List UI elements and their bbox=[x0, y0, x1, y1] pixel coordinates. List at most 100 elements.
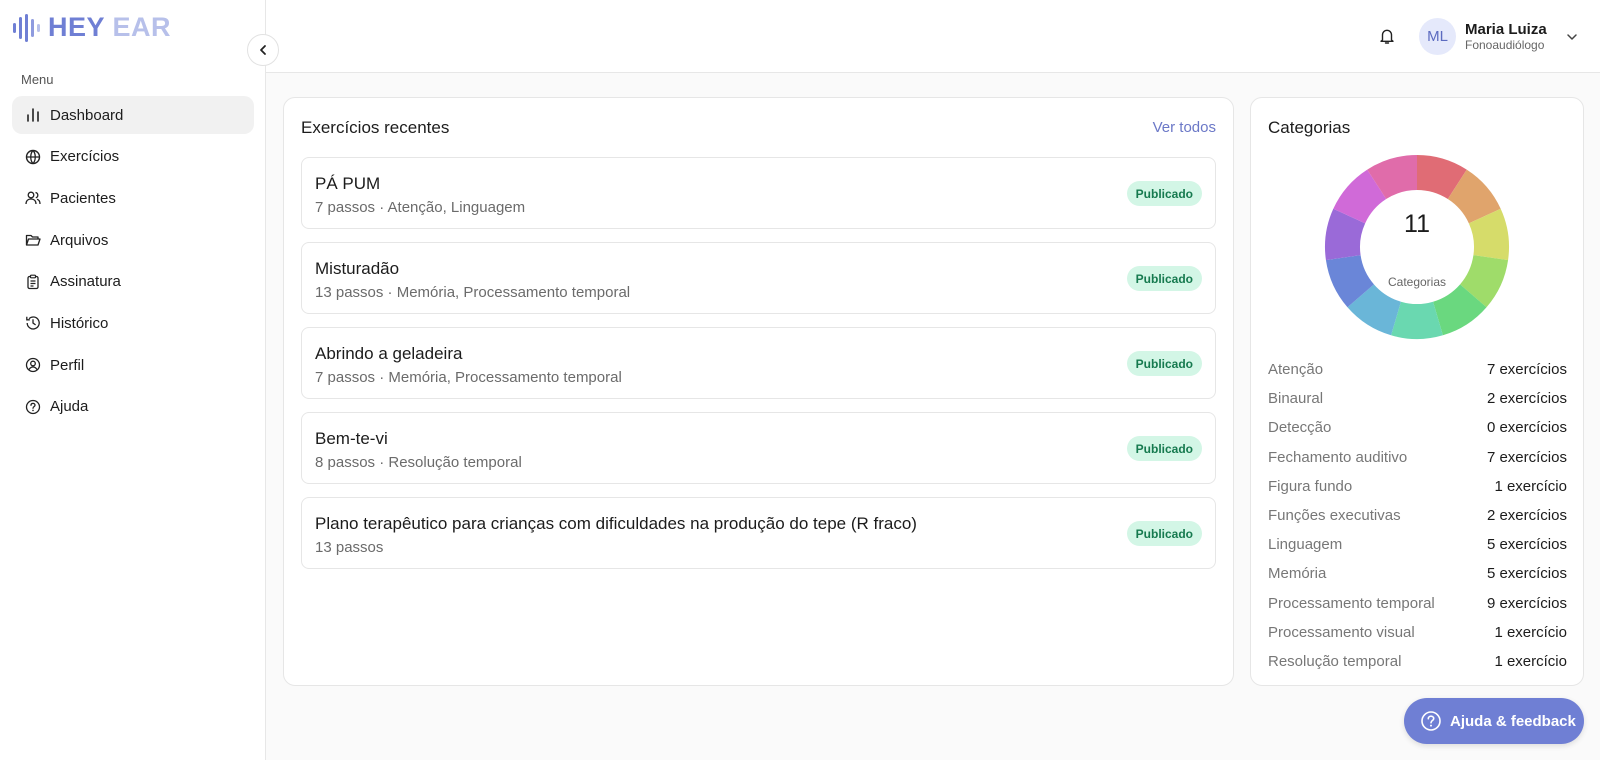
category-name: Funções executivas bbox=[1268, 507, 1401, 525]
exercise-item[interactable]: Bem-te-vi 8 passos · Resolução temporal … bbox=[301, 412, 1216, 484]
sidebar-item-label: Histórico bbox=[50, 314, 109, 332]
category-row: Processamento visual 1 exercício bbox=[1268, 618, 1567, 647]
category-count: 2 exercícios bbox=[1486, 390, 1567, 408]
category-count: 1 exercício bbox=[1494, 652, 1567, 670]
category-row: Fechamento auditivo 7 exercícios bbox=[1268, 443, 1567, 472]
sidebar-item-pacientes[interactable]: Pacientes bbox=[12, 179, 254, 217]
logo-hey: HEY bbox=[48, 12, 105, 42]
category-row: Processamento temporal 9 exercícios bbox=[1268, 589, 1567, 618]
exercise-item[interactable]: PÁ PUM 7 passos · Atenção, Linguagem Pub… bbox=[301, 157, 1216, 229]
category-row: Memória 5 exercícios bbox=[1268, 559, 1567, 588]
categories-title: Categorias bbox=[1268, 118, 1351, 137]
heyear-logo[interactable]: HEY EAR bbox=[12, 12, 171, 43]
user-circle-icon bbox=[25, 357, 41, 373]
category-name: Memória bbox=[1268, 565, 1327, 583]
sidebar-item-assinatura[interactable]: Assinatura bbox=[12, 263, 254, 301]
sidebar-item-label: Perfil bbox=[50, 356, 85, 374]
recent-exercises-card: Exercícios recentes Ver todos PÁ PUM 7 p… bbox=[283, 97, 1234, 686]
exercise-item[interactable]: Abrindo a geladeira 7 passos · Memória, … bbox=[301, 327, 1216, 399]
bell-icon bbox=[1380, 29, 1394, 44]
sound-wave-icon bbox=[13, 13, 40, 42]
exercise-item[interactable]: Misturadão 13 passos · Memória, Processa… bbox=[301, 242, 1216, 314]
sidebar-item-label: Ajuda bbox=[50, 398, 89, 416]
status-badge: Publicado bbox=[1126, 181, 1202, 206]
category-count: 5 exercícios bbox=[1486, 565, 1567, 583]
exercise-title: PÁ PUM bbox=[315, 174, 381, 193]
globe-icon bbox=[25, 149, 41, 165]
exercise-title: Plano terapêutico para crianças com difi… bbox=[315, 514, 917, 533]
category-name: Detecção bbox=[1268, 419, 1332, 437]
user-role: Fonoaudiólogo bbox=[1465, 37, 1545, 52]
logo-ear: EAR bbox=[112, 12, 172, 42]
collapse-sidebar-button[interactable] bbox=[247, 34, 279, 66]
category-count: 0 exercícios bbox=[1486, 419, 1567, 437]
help-feedback-label: Ajuda & feedback bbox=[1450, 712, 1576, 730]
sidebar-item-arquivos[interactable]: Arquivos bbox=[12, 221, 254, 259]
exercise-subtitle: 13 passos · Memória, Processamento tempo… bbox=[315, 284, 631, 301]
user-name: Maria Luiza bbox=[1465, 20, 1547, 38]
category-count: 7 exercícios bbox=[1486, 361, 1567, 379]
category-row: Funções executivas 2 exercícios bbox=[1268, 501, 1567, 530]
category-name: Processamento visual bbox=[1268, 623, 1415, 641]
recent-exercises-title: Exercícios recentes bbox=[301, 118, 450, 137]
category-row: Binaural 2 exercícios bbox=[1268, 384, 1567, 413]
category-count: 1 exercício bbox=[1494, 623, 1567, 641]
user-menu[interactable]: ML Maria Luiza Fonoaudiólogo bbox=[1419, 18, 1578, 55]
clipboard-icon bbox=[25, 274, 41, 290]
help-circle-icon bbox=[1421, 711, 1441, 731]
sidebar-item-historico[interactable]: Histórico bbox=[12, 304, 254, 342]
exercise-title: Abrindo a geladeira bbox=[315, 344, 463, 363]
category-row: Linguagem 5 exercícios bbox=[1268, 530, 1567, 559]
bar-chart-icon bbox=[25, 107, 41, 123]
category-name: Figura fundo bbox=[1268, 477, 1353, 495]
category-list: Atenção 7 exercícios Binaural 2 exercícios… bbox=[1268, 355, 1567, 676]
category-count: 7 exercícios bbox=[1486, 448, 1567, 466]
sidebar-item-label: Pacientes bbox=[50, 189, 116, 207]
status-badge: Publicado bbox=[1126, 436, 1202, 461]
user-info: Maria Luiza Fonoaudiólogo bbox=[1465, 21, 1547, 53]
category-row: Atenção 7 exercícios bbox=[1268, 355, 1567, 384]
sidebar-item-dashboard[interactable]: Dashboard bbox=[12, 96, 254, 134]
exercise-list: PÁ PUM 7 passos · Atenção, Linguagem Pub… bbox=[301, 157, 1216, 582]
sidebar: HEY EAR Menu Dashboard Exercícios Pacien… bbox=[0, 0, 279, 760]
logo-text: HEY EAR bbox=[48, 12, 171, 43]
history-icon bbox=[25, 315, 41, 331]
exercise-subtitle: 8 passos · Resolução temporal bbox=[315, 454, 522, 471]
category-count: 1 exercício bbox=[1494, 477, 1567, 495]
avatar: ML bbox=[1419, 18, 1456, 55]
menu-label: Menu bbox=[21, 72, 54, 87]
sidebar-item-label: Arquivos bbox=[50, 231, 109, 249]
exercise-title: Misturadão bbox=[315, 259, 400, 278]
chevron-down-icon bbox=[1566, 33, 1577, 40]
categories-total: 11 bbox=[1404, 210, 1430, 238]
folder-open-icon bbox=[25, 232, 41, 248]
sidebar-item-exercicios[interactable]: Exercícios bbox=[12, 138, 254, 176]
help-feedback-button[interactable]: Ajuda & feedback bbox=[1404, 698, 1584, 744]
category-row: Resolução temporal 1 exercício bbox=[1268, 647, 1567, 676]
category-count: 5 exercícios bbox=[1486, 536, 1567, 554]
category-row: Figura fundo 1 exercício bbox=[1268, 472, 1567, 501]
exercise-item[interactable]: Plano terapêutico para crianças com difi… bbox=[301, 497, 1216, 569]
categories-total-label: Categorias bbox=[1387, 275, 1447, 289]
see-all-link[interactable]: Ver todos bbox=[1153, 119, 1216, 136]
status-badge: Publicado bbox=[1126, 266, 1202, 291]
category-count: 2 exercícios bbox=[1486, 507, 1567, 525]
status-badge: Publicado bbox=[1126, 521, 1202, 546]
category-name: Fechamento auditivo bbox=[1268, 448, 1408, 466]
notifications-button[interactable] bbox=[1376, 25, 1398, 47]
categories-donut-chart bbox=[1325, 155, 1509, 339]
category-count: 9 exercícios bbox=[1486, 594, 1567, 612]
status-badge: Publicado bbox=[1126, 351, 1202, 376]
sidebar-item-perfil[interactable]: Perfil bbox=[12, 346, 254, 384]
chevron-left-icon bbox=[260, 45, 266, 55]
sidebar-nav: Dashboard Exercícios Pacientes Arquivos … bbox=[12, 96, 254, 430]
exercise-subtitle: 7 passos · Memória, Processamento tempor… bbox=[315, 369, 622, 386]
top-bar bbox=[266, 0, 1600, 73]
sidebar-item-label: Assinatura bbox=[50, 273, 121, 291]
sidebar-item-label: Dashboard bbox=[50, 106, 124, 124]
category-name: Atenção bbox=[1268, 361, 1324, 379]
categories-card: Categorias 11 Categorias Atenção 7 exercí… bbox=[1250, 97, 1584, 686]
category-name: Processamento temporal bbox=[1268, 594, 1435, 612]
sidebar-item-ajuda[interactable]: Ajuda bbox=[12, 388, 254, 426]
category-name: Binaural bbox=[1268, 390, 1324, 408]
